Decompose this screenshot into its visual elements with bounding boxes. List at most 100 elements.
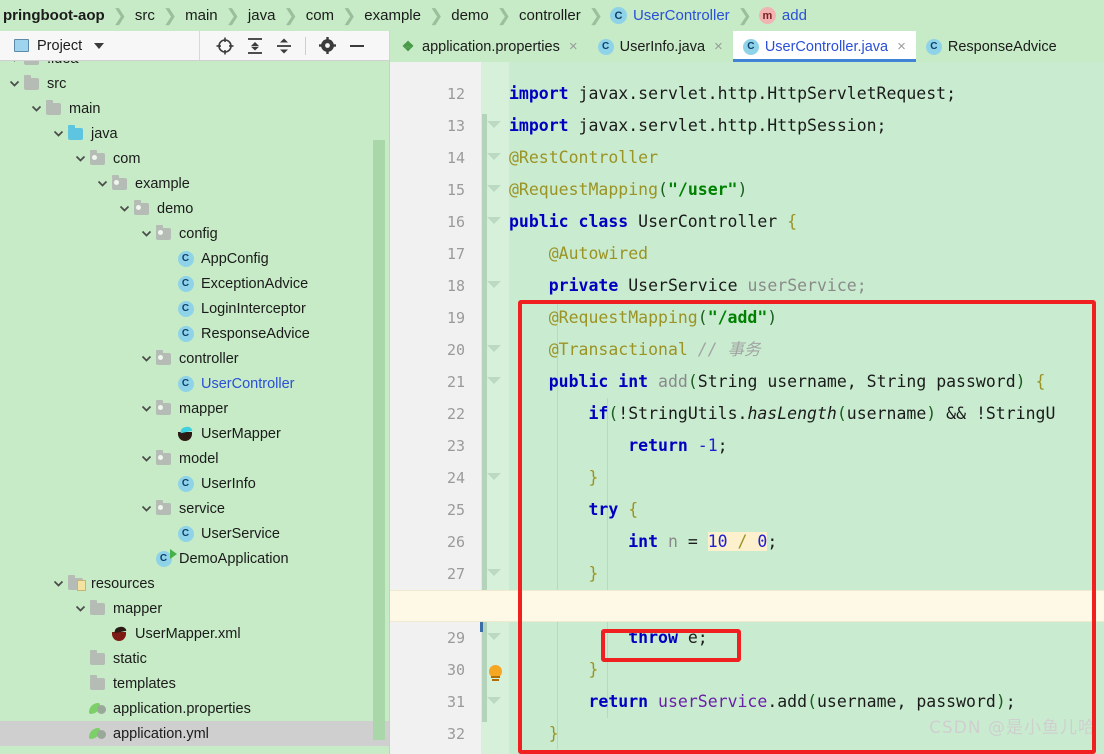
close-icon[interactable]: × [897, 38, 906, 55]
breadcrumb-item-main[interactable]: main [184, 7, 219, 24]
breadcrumb-item-controller[interactable]: controller [518, 7, 582, 24]
breadcrumb-item-demo[interactable]: demo [450, 7, 490, 24]
breadcrumb-item-com[interactable]: com [305, 7, 335, 24]
fold-marker[interactable] [485, 373, 504, 392]
fold-marker[interactable] [485, 629, 504, 648]
tree-item-appconfig[interactable]: C AppConfig [0, 246, 389, 271]
code-token: .add [767, 692, 808, 711]
chevron-down-icon[interactable] [94, 178, 110, 189]
editor-tab-usercontroller-java[interactable]: C UserController.java × [732, 31, 916, 62]
tree-item-com[interactable]: com [0, 146, 389, 171]
tree-item-resources[interactable]: resources [0, 571, 389, 596]
code-line: @Transactional // 事务 [509, 334, 761, 366]
locate-icon[interactable] [216, 37, 234, 55]
fold-marker[interactable] [485, 565, 504, 584]
chevron-down-icon[interactable] [116, 203, 132, 214]
tree-item-usercontroller[interactable]: C UserController [0, 371, 389, 396]
fold-marker[interactable] [485, 149, 504, 168]
fold-marker[interactable] [485, 341, 504, 360]
tree-item-src[interactable]: src [0, 71, 389, 96]
breadcrumb-item-example[interactable]: example [363, 7, 422, 24]
chevron-down-icon[interactable] [138, 403, 154, 414]
code-text-area[interactable]: import javax.servlet.http.HttpServletReq… [509, 62, 1104, 754]
close-icon[interactable]: × [714, 38, 723, 55]
chevron-down-icon[interactable] [50, 128, 66, 139]
breadcrumb-item-java[interactable]: java [247, 7, 277, 24]
editor-tab-responseadvice[interactable]: C ResponseAdvice [916, 31, 1067, 62]
tree-item-userservice[interactable]: C UserService [0, 521, 389, 546]
fold-marker[interactable] [485, 693, 504, 712]
editor-tab-userinfo-java[interactable]: C UserInfo.java × [588, 31, 733, 62]
folder-res [66, 574, 86, 591]
tree-item--idea[interactable]: .idea [0, 61, 389, 71]
tree-item-label: .idea [45, 61, 78, 67]
code-token: javax.servlet.http.HttpSession; [578, 116, 887, 135]
tree-item-templates[interactable]: templates [0, 671, 389, 696]
chevron-down-icon[interactable] [138, 353, 154, 364]
chevron-down-icon[interactable] [72, 153, 88, 164]
code-token: = [677, 532, 708, 551]
class-icon: C [742, 38, 759, 55]
tree-item-application-properties[interactable]: application.properties [0, 696, 389, 721]
tree-item-mapper[interactable]: mapper [0, 396, 389, 421]
tree-item-application-yml[interactable]: application.yml [0, 721, 389, 746]
tree-item-responseadvice[interactable]: C ResponseAdvice [0, 321, 389, 346]
gear-icon[interactable] [319, 37, 336, 54]
tree-item-model[interactable]: model [0, 446, 389, 471]
collapse-all-icon[interactable] [276, 37, 292, 55]
tree-item-demo[interactable]: demo [0, 196, 389, 221]
close-icon[interactable]: × [569, 38, 578, 55]
project-tree-scrollbar[interactable] [373, 140, 385, 740]
chevron-down-icon[interactable] [28, 103, 44, 114]
fold-marker[interactable] [485, 277, 504, 296]
code-token: } [588, 660, 599, 679]
method-icon: m [758, 7, 776, 24]
class-icon: C [176, 525, 195, 542]
chevron-down-icon[interactable] [6, 78, 22, 89]
tree-item-userinfo[interactable]: C UserInfo [0, 471, 389, 496]
tree-item-label: UserMapper [201, 425, 281, 442]
fold-marker[interactable] [485, 181, 504, 200]
tree-item-exceptionadvice[interactable]: C ExceptionAdvice [0, 271, 389, 296]
chevron-down-icon[interactable] [94, 42, 105, 49]
fold-marker[interactable] [485, 117, 504, 136]
minimize-icon[interactable] [349, 38, 365, 54]
fold-marker[interactable] [485, 213, 504, 232]
tree-item-usermapper-xml[interactable]: UserMapper.xml [0, 621, 389, 646]
tree-item-example[interactable]: example [0, 171, 389, 196]
chevron-down-icon[interactable] [138, 228, 154, 239]
tree-item-java[interactable]: java [0, 121, 389, 146]
tree-item-static[interactable]: static [0, 646, 389, 671]
expand-all-icon[interactable] [247, 37, 263, 55]
tree-item-demoapplication[interactable]: C DemoApplication [0, 546, 389, 571]
chevron-down-icon[interactable] [50, 578, 66, 589]
intention-bulb-icon[interactable] [488, 665, 503, 681]
code-token: if [588, 404, 609, 423]
breadcrumb-item-usercontroller[interactable]: C UserController [609, 7, 731, 24]
tree-item-label: static [113, 650, 147, 667]
chevron-down-icon[interactable] [138, 503, 154, 514]
tree-item-config[interactable]: config [0, 221, 389, 246]
chevron-down-icon[interactable] [6, 61, 22, 64]
tree-item-mapper[interactable]: mapper [0, 596, 389, 621]
breadcrumb-item-add[interactable]: m add [758, 7, 808, 24]
project-toolwindow-title-group[interactable]: Project [0, 31, 200, 60]
tree-item-main[interactable]: main [0, 96, 389, 121]
tree-item-controller[interactable]: controller [0, 346, 389, 371]
breadcrumb-separator: ❯ [342, 5, 357, 25]
breadcrumb-separator: ❯ [428, 5, 444, 25]
tree-item-usermapper[interactable]: UserMapper [0, 421, 389, 446]
breadcrumb-item-pringboot-aop[interactable]: pringboot-aop [2, 7, 106, 24]
code-token: // 事务 [687, 340, 761, 359]
tree-item-logininterceptor[interactable]: C LoginInterceptor [0, 296, 389, 321]
code-token: -1 [697, 436, 718, 455]
tree-item-label: application.yml [113, 725, 209, 742]
fold-marker[interactable] [485, 469, 504, 488]
chevron-down-icon[interactable] [72, 603, 88, 614]
breadcrumb-item-src[interactable]: src [134, 7, 156, 24]
chevron-down-icon[interactable] [138, 453, 154, 464]
tree-item-service[interactable]: service [0, 496, 389, 521]
editor-tab-application-properties[interactable]: ❖ application.properties × [390, 31, 588, 62]
line-number: 32 [446, 725, 465, 743]
